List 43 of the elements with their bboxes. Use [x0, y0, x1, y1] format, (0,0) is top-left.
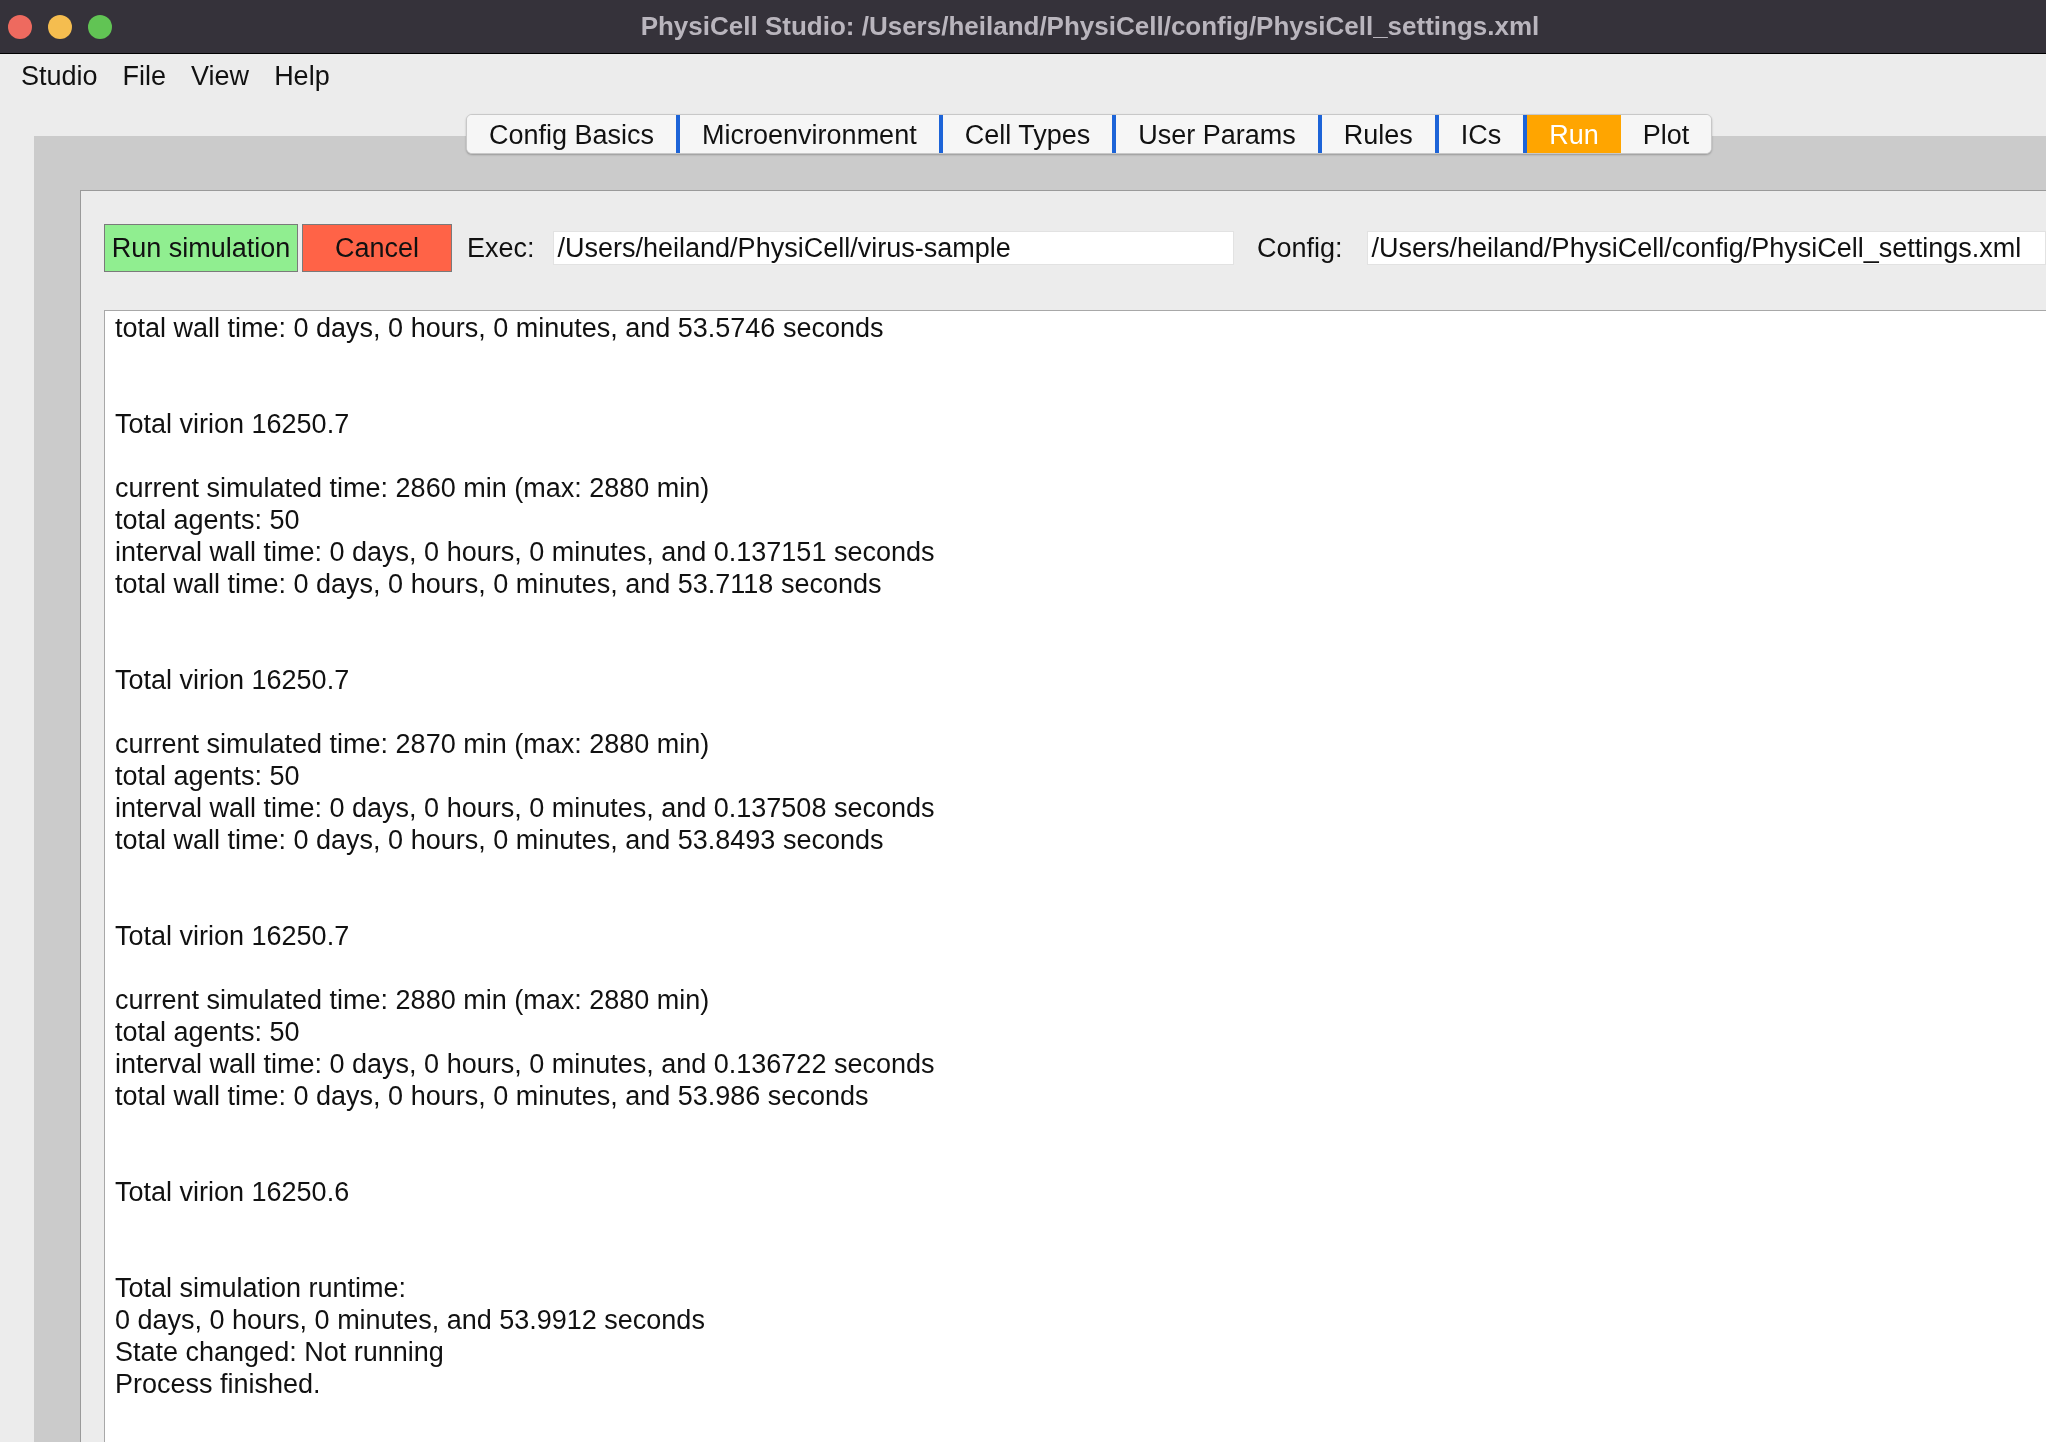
log-line: Process finished.	[115, 1368, 321, 1400]
log-line: 0 days, 0 hours, 0 minutes, and 53.9912 seconds	[115, 1304, 705, 1336]
log-line: interval wall time: 0 days, 0 hours, 0 minutes, and 0.136722 seconds	[115, 1048, 935, 1080]
config-path-field[interactable]: /Users/heiland/PhysiCell/config/PhysiCell_settings.xml	[1366, 231, 2046, 265]
log-line: current simulated time: 2860 min (max: 2880 min)	[115, 472, 710, 504]
log-line: total wall time: 0 days, 0 hours, 0 minutes, and 53.8493 seconds	[115, 824, 884, 856]
exec-label: Exec:	[467, 231, 535, 265]
exec-path-field[interactable]: /Users/heiland/PhysiCell/virus-sample	[552, 231, 1234, 265]
tab[interactable]: Rules	[1317, 115, 1435, 153]
tab[interactable]: ICs	[1434, 115, 1524, 153]
run-simulation-button[interactable]: Run simulation	[104, 224, 298, 272]
log-line: total wall time: 0 days, 0 hours, 0 minutes, and 53.5746 seconds	[115, 312, 884, 344]
log-line: Total virion 16250.7	[115, 664, 350, 696]
close-icon[interactable]	[8, 14, 32, 39]
log-line: Total virion 16250.7	[115, 408, 350, 440]
log-line: Total virion 16250.6	[115, 1176, 350, 1208]
log-line: total wall time: 0 days, 0 hours, 0 minutes, and 53.7118 seconds	[115, 568, 882, 600]
log-line: total agents: 50	[115, 1016, 300, 1048]
menu-item[interactable]: View	[191, 55, 250, 97]
tab[interactable]: Config Basics	[467, 115, 677, 153]
menu-item[interactable]: Help	[274, 55, 330, 97]
log-line: current simulated time: 2870 min (max: 2880 min)	[115, 728, 710, 760]
zoom-icon[interactable]	[88, 14, 112, 39]
tab[interactable]: Plot	[1620, 115, 1712, 153]
output-log[interactable]	[104, 310, 2046, 1442]
log-line: Total simulation runtime:	[115, 1272, 407, 1304]
log-line: total agents: 50	[115, 760, 300, 792]
minimize-icon[interactable]	[48, 14, 72, 39]
tab[interactable]: User Params	[1112, 115, 1318, 153]
log-line: State changed: Not running	[115, 1336, 444, 1368]
log-line: Total virion 16250.7	[115, 920, 350, 952]
menu-item[interactable]: Studio	[21, 55, 98, 97]
tab[interactable]: Cell Types	[938, 115, 1113, 153]
cancel-button[interactable]: Cancel	[302, 224, 452, 272]
log-line: total wall time: 0 days, 0 hours, 0 minutes, and 53.986 seconds	[115, 1080, 869, 1112]
window-title: PhysiCell Studio: /Users/heiland/PhysiCell/config/PhysiCell_settings.xml	[640, 10, 1540, 43]
log-line: interval wall time: 0 days, 0 hours, 0 minutes, and 0.137508 seconds	[115, 792, 935, 824]
log-line: total agents: 50	[115, 504, 300, 536]
menu-item[interactable]: File	[122, 55, 167, 97]
log-line: interval wall time: 0 days, 0 hours, 0 minutes, and 0.137151 seconds	[115, 536, 935, 568]
config-label: Config:	[1256, 231, 1343, 265]
log-line: current simulated time: 2880 min (max: 2880 min)	[115, 984, 710, 1016]
tab[interactable]: Microenvironment	[676, 115, 939, 153]
